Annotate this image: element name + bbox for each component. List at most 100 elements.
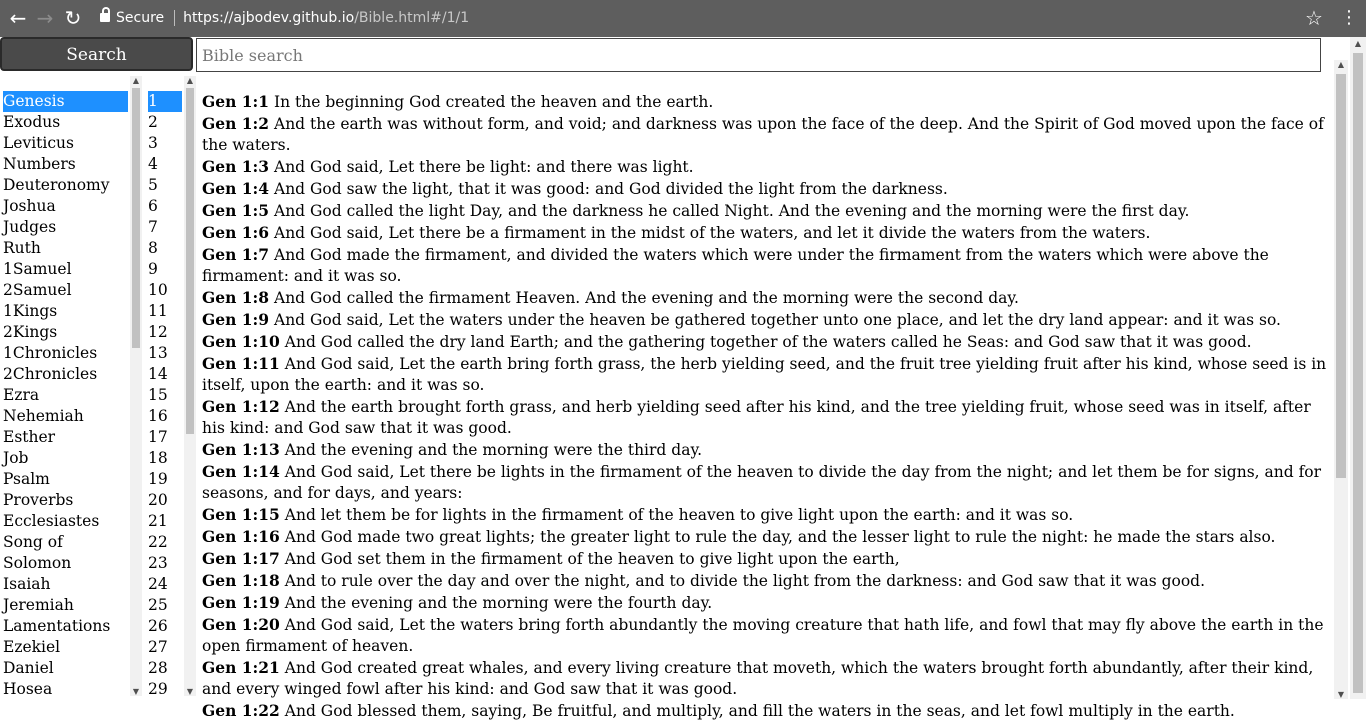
verse-reference[interactable]: Gen 1:19	[202, 593, 280, 612]
chapter-item[interactable]: 28	[148, 658, 182, 679]
book-item[interactable]: Numbers	[3, 154, 128, 175]
chapter-item[interactable]: 6	[148, 196, 182, 217]
verse-reference[interactable]: Gen 1:6	[202, 223, 269, 242]
chapter-item[interactable]: 8	[148, 238, 182, 259]
verse-reference[interactable]: Gen 1:7	[202, 245, 269, 264]
book-list-scroll-thumb[interactable]	[132, 88, 140, 348]
chapter-item[interactable]: 19	[148, 469, 182, 490]
book-item[interactable]: Esther	[3, 427, 128, 448]
verse-reference[interactable]: Gen 1:8	[202, 288, 269, 307]
verse-reference[interactable]: Gen 1:11	[202, 354, 280, 373]
verse-panel-scroll-thumb[interactable]	[1336, 74, 1346, 478]
book-item[interactable]: Proverbs	[3, 490, 128, 511]
verse-reference[interactable]: Gen 1:9	[202, 310, 269, 329]
chapter-item[interactable]: 10	[148, 280, 182, 301]
book-item[interactable]: Leviticus	[3, 133, 128, 154]
chapter-item[interactable]: 18	[148, 448, 182, 469]
verse-reference[interactable]: Gen 1:12	[202, 397, 280, 416]
verse-reference[interactable]: Gen 1:14	[202, 462, 280, 481]
verse-reference[interactable]: Gen 1:5	[202, 201, 269, 220]
scroll-up-icon[interactable]: ▲	[1334, 60, 1348, 69]
chapter-item[interactable]: 4	[148, 154, 182, 175]
chapter-item[interactable]: 5	[148, 175, 182, 196]
verse-reference[interactable]: Gen 1:13	[202, 440, 280, 459]
chapter-item[interactable]: 22	[148, 532, 182, 553]
chapter-item[interactable]: 13	[148, 343, 182, 364]
verse-reference[interactable]: Gen 1:17	[202, 549, 280, 568]
book-item[interactable]: Song of	[3, 532, 128, 553]
verse-reference[interactable]: Gen 1:15	[202, 505, 280, 524]
verse-reference[interactable]: Gen 1:22	[202, 701, 280, 720]
chapter-item[interactable]: 3	[148, 133, 182, 154]
bookmark-button[interactable]: ☆	[1305, 5, 1323, 31]
chapter-item[interactable]: 1	[148, 91, 182, 112]
book-item[interactable]: Lamentations	[3, 616, 128, 637]
book-item[interactable]: Ezekiel	[3, 637, 128, 658]
book-item[interactable]: Solomon	[3, 553, 128, 574]
verse-reference[interactable]: Gen 1:1	[202, 92, 269, 111]
scroll-up-icon[interactable]: ▲	[1350, 39, 1366, 48]
verse-panel-scrollbar[interactable]: ▲ ▼	[1334, 60, 1348, 699]
scroll-up-icon[interactable]: ▲	[184, 76, 196, 85]
chapter-item[interactable]: 23	[148, 553, 182, 574]
chapter-item[interactable]: 24	[148, 574, 182, 595]
book-item[interactable]: 2Chronicles	[3, 364, 128, 385]
chapter-item[interactable]: 21	[148, 511, 182, 532]
verse-reference[interactable]: Gen 1:10	[202, 332, 280, 351]
book-item[interactable]: Job	[3, 448, 128, 469]
scroll-down-icon[interactable]: ▼	[184, 687, 196, 696]
book-item[interactable]: Jeremiah	[3, 595, 128, 616]
chapter-item[interactable]: 25	[148, 595, 182, 616]
book-item[interactable]: 2Samuel	[3, 280, 128, 301]
address-bar[interactable]: Secure https://ajbodev.github.io/Bible.ht…	[90, 5, 1335, 31]
chapter-item[interactable]: 15	[148, 385, 182, 406]
page-scroll-thumb[interactable]	[1353, 53, 1363, 693]
chapter-item[interactable]: 12	[148, 322, 182, 343]
verse-reference[interactable]: Gen 1:4	[202, 179, 269, 198]
book-item[interactable]: Psalm	[3, 469, 128, 490]
book-item[interactable]: Deuteronomy	[3, 175, 128, 196]
chapter-item[interactable]: 14	[148, 364, 182, 385]
reload-button[interactable]: ↻	[60, 5, 86, 31]
chapter-list-scrollbar[interactable]: ▲ ▼	[184, 76, 196, 696]
chapter-item[interactable]: 26	[148, 616, 182, 637]
book-item[interactable]: 1Kings	[3, 301, 128, 322]
chapter-list[interactable]: 1 2 3 4 5 6 7 8 9 10 11 12 13 14 15 16 17 18 19 20 21 22 23 24 2…	[148, 91, 182, 700]
scroll-up-icon[interactable]: ▲	[130, 76, 142, 85]
book-item[interactable]: Exodus	[3, 112, 128, 133]
chapter-item[interactable]: 9	[148, 259, 182, 280]
book-item[interactable]: Nehemiah	[3, 406, 128, 427]
verse-reference[interactable]: Gen 1:20	[202, 615, 280, 634]
book-item[interactable]: Ecclesiastes	[3, 511, 128, 532]
chapter-list-scroll-thumb[interactable]	[186, 88, 194, 434]
verse-reference[interactable]: Gen 1:2	[202, 114, 269, 133]
book-item[interactable]: Hosea	[3, 679, 128, 700]
book-list-scrollbar[interactable]: ▲ ▼	[130, 76, 142, 696]
book-item[interactable]: Ruth	[3, 238, 128, 259]
page-scrollbar[interactable]: ▲	[1350, 37, 1366, 699]
verse-reference[interactable]: Gen 1:16	[202, 527, 280, 546]
chapter-item[interactable]: 16	[148, 406, 182, 427]
verse-reference[interactable]: Gen 1:3	[202, 157, 269, 176]
back-button[interactable]: ←	[5, 5, 31, 31]
book-item[interactable]: Joshua	[3, 196, 128, 217]
search-button[interactable]: Search	[0, 37, 193, 71]
search-input[interactable]	[196, 38, 1321, 72]
chapter-item[interactable]: 11	[148, 301, 182, 322]
verse-reference[interactable]: Gen 1:18	[202, 571, 280, 590]
chapter-item[interactable]: 17	[148, 427, 182, 448]
book-item[interactable]: 2Kings	[3, 322, 128, 343]
scroll-down-icon[interactable]: ▼	[1334, 690, 1348, 699]
browser-menu-button[interactable]: ⋮	[1340, 5, 1358, 31]
verse-reference[interactable]: Gen 1:21	[202, 658, 280, 677]
book-item[interactable]: 1Samuel	[3, 259, 128, 280]
book-item[interactable]: Judges	[3, 217, 128, 238]
book-list[interactable]: Genesis Exodus Leviticus Numbers Deuteronomy…	[3, 91, 128, 700]
chapter-item[interactable]: 20	[148, 490, 182, 511]
book-item[interactable]: Genesis	[3, 91, 128, 112]
scroll-down-icon[interactable]: ▼	[130, 687, 142, 696]
book-item[interactable]: 1Chronicles	[3, 343, 128, 364]
chapter-item[interactable]: 27	[148, 637, 182, 658]
book-item[interactable]: Isaiah	[3, 574, 128, 595]
chapter-item[interactable]: 2	[148, 112, 182, 133]
